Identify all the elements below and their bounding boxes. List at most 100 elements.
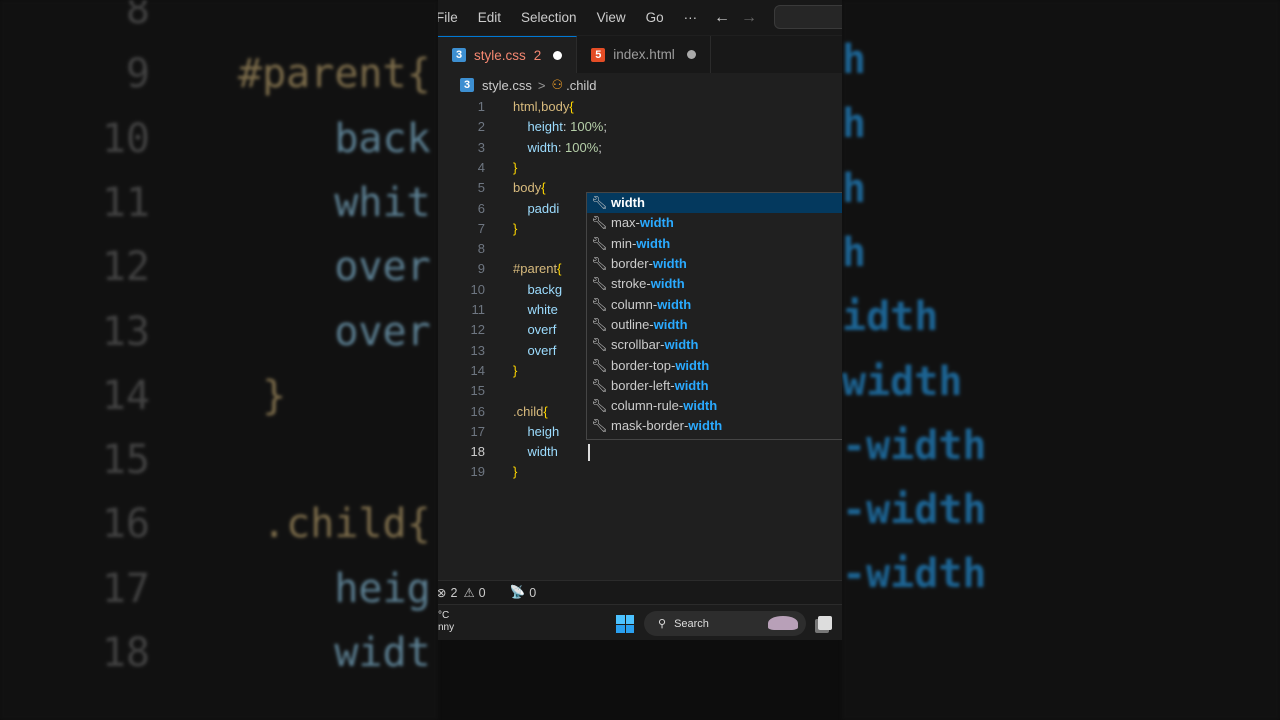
bg-code-text: over <box>238 308 431 355</box>
blurred-background-right: h h h h idth width -width -width -width <box>842 0 1280 720</box>
suggestion-item[interactable]: 🔧︎ border-top-width <box>587 355 842 375</box>
code-text: html,body{ <box>513 97 574 117</box>
bg-code-text: .child{ <box>238 501 431 548</box>
menu-item[interactable]: View <box>597 10 626 25</box>
code-token: width <box>527 139 558 155</box>
weather-widget[interactable]: °C nny <box>438 610 454 634</box>
suggestion-prefix: border- <box>611 256 653 272</box>
code-text: backg <box>513 280 562 300</box>
suggestion-prefix: stroke- <box>611 276 651 292</box>
code-token: #parent <box>513 261 558 277</box>
suggestion-match: width <box>639 215 674 231</box>
bg-code-text: #parent{ <box>238 51 431 98</box>
bg-suggestion-text: width <box>842 358 963 405</box>
property-wrench-icon: 🔧︎ <box>591 235 608 251</box>
code-line[interactable]: 18 width <box>438 442 842 462</box>
code-token: width <box>527 444 558 460</box>
bg-suggestion-text: h <box>842 37 867 83</box>
property-wrench-icon: 🔧︎ <box>591 377 608 393</box>
suggestion-item[interactable]: 🔧︎ column-width <box>587 294 842 314</box>
suggestion-item[interactable]: 🔧︎ column-rule-width <box>587 396 842 416</box>
code-line[interactable]: 2 height: 100%; <box>438 117 842 137</box>
line-number: 14 <box>470 362 485 378</box>
code-token: } <box>513 362 518 378</box>
code-line[interactable]: 3 width: 100%; <box>438 138 842 158</box>
code-token: } <box>513 159 518 175</box>
line-number: 7 <box>477 220 485 236</box>
error-icon[interactable]: ⊗ <box>438 585 446 600</box>
suggestion-item[interactable]: 🔧︎ border-left-width <box>587 376 842 396</box>
back-arrow-icon[interactable]: ← <box>714 9 730 27</box>
error-count[interactable]: 2 <box>450 586 457 600</box>
menu-item[interactable]: File <box>438 10 458 25</box>
menu-item[interactable]: Selection <box>521 10 577 25</box>
search-highlight-image <box>768 616 798 630</box>
code-token: } <box>513 464 518 480</box>
suggestion-match: width <box>688 418 723 434</box>
code-line[interactable]: 4} <box>438 158 842 178</box>
bg-line-number: 16 <box>101 501 150 548</box>
suggestion-item[interactable]: 🔧︎ width <box>587 193 842 214</box>
ports-icon[interactable]: 📡 <box>510 585 526 600</box>
suggestion-item[interactable]: 🔧︎ max-width <box>587 213 842 233</box>
unsaved-dot-icon[interactable] <box>686 50 696 59</box>
property-wrench-icon: 🔧︎ <box>591 357 608 373</box>
weather-temp: °C <box>438 610 450 621</box>
code-text: .child{ <box>513 402 548 422</box>
text-cursor <box>588 444 590 461</box>
property-wrench-icon: 🔧︎ <box>591 195 608 211</box>
code-line[interactable]: 1 html,body{ <box>438 97 842 117</box>
suggestion-item[interactable]: 🔧︎ outline-width <box>587 315 842 335</box>
vscode-window: File Edit Selection View Go ··· ← → 3 style.c… <box>438 0 842 640</box>
suggestion-match: width <box>675 357 710 373</box>
code-token: overf <box>527 342 557 358</box>
ports-count[interactable]: 0 <box>529 586 536 600</box>
suggestion-item[interactable]: 🔧︎ min-width <box>587 234 842 254</box>
menu-item[interactable]: Go <box>646 10 664 25</box>
bg-suggestion-text: idth <box>842 294 939 341</box>
line-number: 18 <box>470 444 485 460</box>
suggestion-prefix: mask-border- <box>611 418 689 434</box>
task-view-icon[interactable] <box>818 616 832 630</box>
windows-start-icon[interactable] <box>616 615 634 633</box>
warning-count[interactable]: 0 <box>479 586 486 600</box>
suggestion-item[interactable]: 🔧︎ scrollbar-width <box>587 335 842 355</box>
line-number: 5 <box>477 180 485 196</box>
forward-arrow-icon[interactable]: → <box>741 9 757 27</box>
menu-item[interactable]: Edit <box>478 10 501 25</box>
code-token: backg <box>527 281 563 297</box>
tab-label: style.css <box>474 47 526 63</box>
taskbar-search[interactable]: ⚲ Search <box>644 611 806 636</box>
code-token: { <box>541 180 546 196</box>
line-number: 2 <box>477 119 485 135</box>
bg-line-number: 9 <box>125 51 150 98</box>
suggestion-item[interactable]: 🔧︎ mask-border-width <box>587 416 842 436</box>
property-wrench-icon: 🔧︎ <box>591 398 608 414</box>
symbol-class-icon: ⚇ <box>551 77 564 92</box>
line-number: 19 <box>470 464 485 480</box>
unsaved-dot-icon[interactable] <box>553 50 563 60</box>
code-token: height <box>527 119 563 135</box>
bg-code-text: } <box>238 372 287 419</box>
line-number: 11 <box>471 302 486 317</box>
suggestion-item[interactable]: 🔧︎ stroke-width <box>587 274 842 294</box>
bg-line-number: 15 <box>101 437 150 484</box>
suggestion-prefix: border-top- <box>611 357 676 373</box>
status-bar: ⊗ 2 ⚠ 0 📡 0 <box>438 580 842 604</box>
warning-icon[interactable]: ⚠ <box>463 585 474 600</box>
search-icon: ⚲ <box>658 618 667 630</box>
tab-index-html[interactable]: 5 index.html <box>577 36 711 73</box>
suggestion-item[interactable]: 🔧︎ border-width <box>587 254 842 274</box>
line-number: 16 <box>470 403 485 419</box>
code-token: html,body <box>513 99 570 114</box>
property-wrench-icon: 🔧︎ <box>591 316 608 332</box>
bg-suggestion-text: -width <box>842 422 987 469</box>
tab-style-css[interactable]: 3 style.css 2 <box>438 36 578 73</box>
command-center-search[interactable] <box>774 5 842 29</box>
bg-line-number: 10 <box>101 115 150 162</box>
code-line[interactable]: 19} <box>438 462 842 482</box>
bg-line-number: 12 <box>101 244 150 291</box>
breadcrumb-symbol[interactable]: .child <box>566 78 596 93</box>
breadcrumb-file[interactable]: style.css <box>482 78 532 93</box>
menu-item[interactable]: ··· <box>684 10 698 25</box>
